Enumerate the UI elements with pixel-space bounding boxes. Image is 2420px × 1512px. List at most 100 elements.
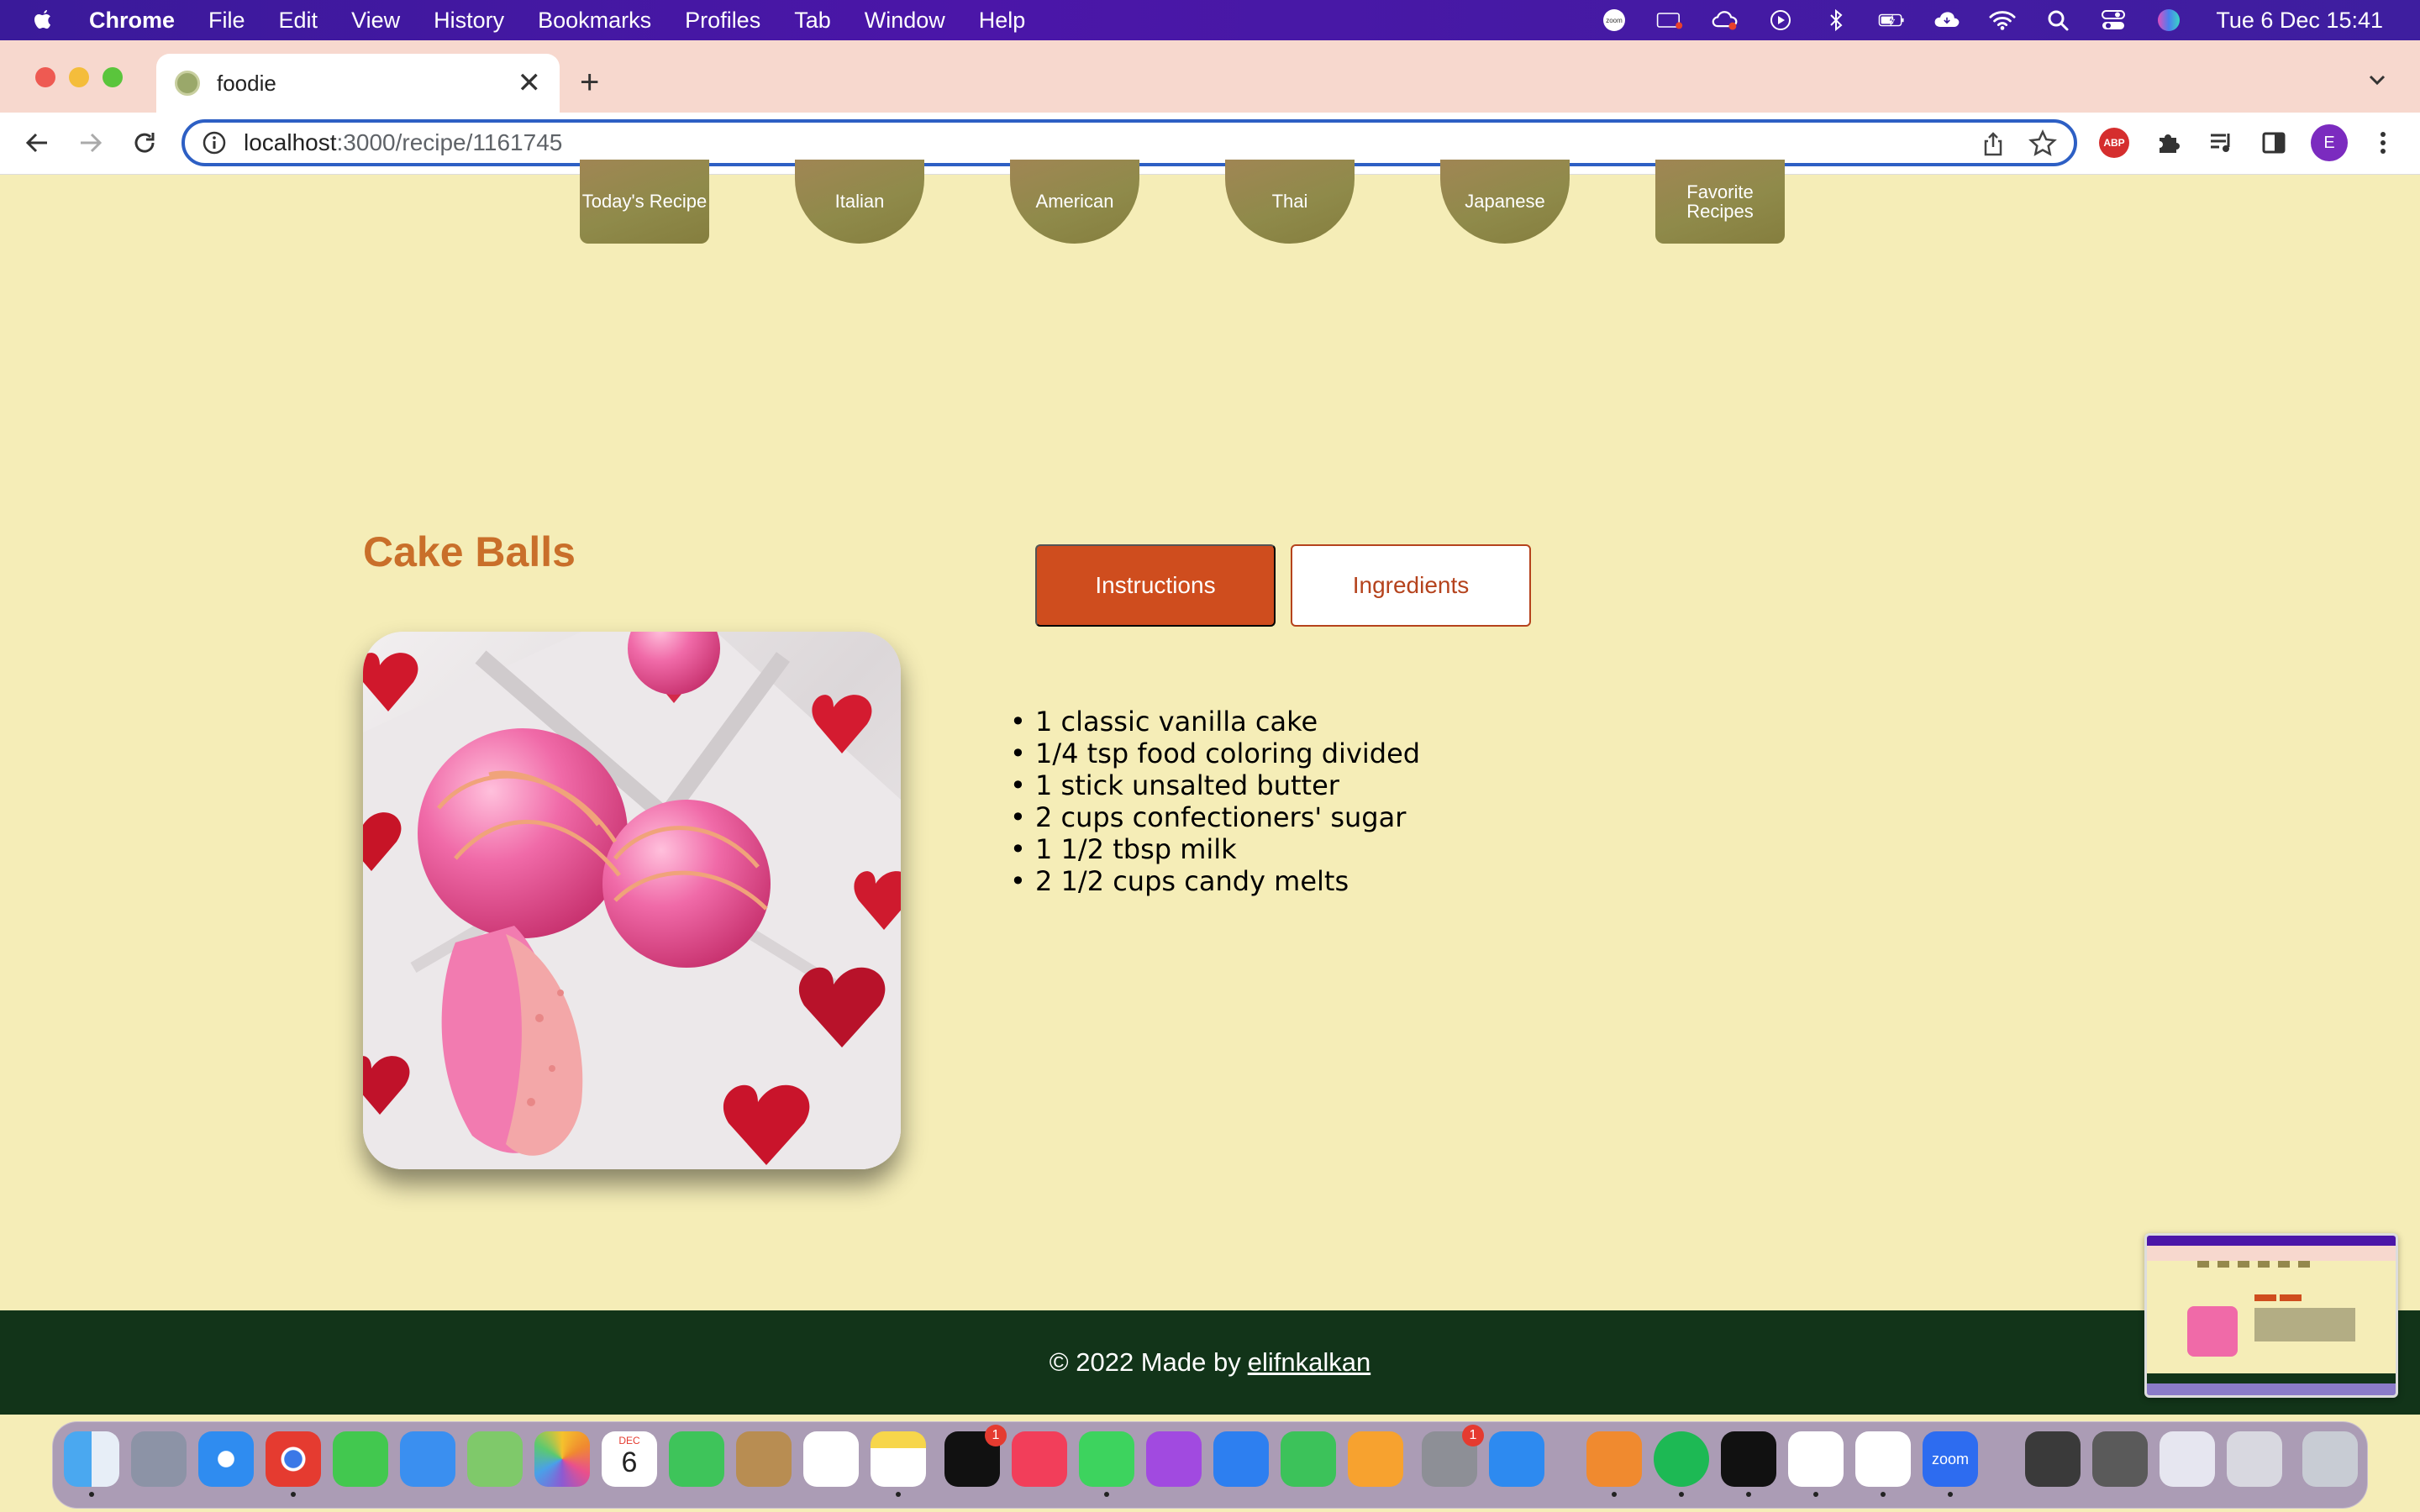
nav-thai[interactable]: Thai	[1225, 160, 1355, 244]
window-close-button[interactable]	[35, 67, 55, 87]
menu-bookmarks[interactable]: Bookmarks	[538, 8, 651, 34]
zoom-status-icon[interactable]: zoom	[1601, 8, 1628, 32]
launchpad-icon[interactable]	[131, 1431, 187, 1487]
system-preferences-icon[interactable]: 1	[1422, 1425, 1484, 1487]
recent-window-2-icon[interactable]	[2092, 1431, 2148, 1487]
extensions-puzzle-icon[interactable]	[2153, 128, 2183, 158]
pages-icon[interactable]	[1348, 1431, 1403, 1487]
apple-menu-icon[interactable]	[30, 8, 55, 33]
ingredients-button[interactable]: Ingredients	[1291, 544, 1531, 627]
bluetooth-icon[interactable]	[1823, 8, 1849, 32]
menu-bar: Chrome File Edit View History Bookmarks …	[0, 0, 2420, 40]
apple-tv-badge: 1	[985, 1425, 1007, 1446]
vscode-icon[interactable]	[1788, 1431, 1844, 1487]
books-icon[interactable]	[1586, 1431, 1642, 1487]
creative-cloud-icon[interactable]	[1712, 8, 1739, 32]
ingredient-item: 1 stick unsalted butter	[1010, 769, 1420, 801]
play-circle-icon[interactable]	[1767, 8, 1794, 32]
messages-icon[interactable]	[333, 1431, 388, 1487]
ingredient-item: 2 cups confectioners' sugar	[1010, 801, 1420, 833]
adblock-extension-icon[interactable]: ABP	[2099, 128, 2129, 158]
music-icon[interactable]	[1012, 1431, 1067, 1487]
tab-close-icon[interactable]: ✕	[518, 66, 542, 100]
menu-app-name[interactable]: Chrome	[89, 8, 175, 34]
zoom-running-dot	[1948, 1492, 1953, 1497]
screen-recorder-icon[interactable]	[1656, 8, 1683, 32]
app-store-icon[interactable]	[1489, 1431, 1544, 1487]
profile-avatar[interactable]: E	[2311, 124, 2348, 161]
tab-search-chevron-icon[interactable]	[2368, 71, 2386, 89]
apple-tv-icon[interactable]: 1	[944, 1425, 1007, 1487]
maps-icon[interactable]	[467, 1431, 523, 1487]
browser-menu-icon[interactable]	[2368, 128, 2398, 158]
menu-tab[interactable]: Tab	[794, 8, 831, 34]
books-running-dot	[1612, 1492, 1617, 1497]
foodie-favicon-icon	[175, 71, 200, 96]
spotlight-search-icon[interactable]	[2044, 8, 2071, 32]
safari-icon[interactable]	[198, 1431, 254, 1487]
recent-window-1-icon[interactable]	[2025, 1431, 2081, 1487]
media-controls-icon[interactable]	[2207, 128, 2237, 158]
control-center-icon[interactable]	[2100, 8, 2127, 32]
instructions-button[interactable]: Instructions	[1035, 544, 1276, 627]
finder-running-dot	[89, 1492, 94, 1497]
menu-view[interactable]: View	[351, 8, 400, 34]
recent-window-4-icon[interactable]	[2227, 1431, 2282, 1487]
chrome-icon[interactable]	[266, 1431, 321, 1487]
nav-favorite-recipes[interactable]: Favorite Recipes	[1655, 160, 1785, 244]
new-tab-icon[interactable]: +	[580, 64, 599, 102]
terminal-icon[interactable]	[1721, 1431, 1776, 1487]
cloud-icon[interactable]	[1933, 8, 1960, 32]
facetime-icon[interactable]	[669, 1431, 724, 1487]
podcasts-icon[interactable]	[1146, 1431, 1202, 1487]
tab-foodie[interactable]: foodie ✕	[156, 54, 560, 113]
svg-text:zoom: zoom	[1607, 17, 1623, 24]
status-area: zoom Tue 6 Dec 15:41	[1601, 0, 2383, 40]
wifi-icon[interactable]	[1989, 8, 2016, 32]
ingredients-list: 1 classic vanilla cake 1/4 tsp food colo…	[1010, 706, 1420, 897]
spotify-icon[interactable]	[1654, 1431, 1709, 1487]
slack-icon[interactable]	[1855, 1431, 1911, 1487]
share-icon[interactable]	[1980, 131, 2007, 158]
photos-icon[interactable]	[534, 1431, 590, 1487]
calendar-day: 6	[621, 1446, 638, 1478]
trash-icon[interactable]	[2302, 1431, 2358, 1487]
menu-edit[interactable]: Edit	[279, 8, 318, 34]
menu-file[interactable]: File	[208, 8, 245, 34]
contacts-icon[interactable]	[736, 1431, 792, 1487]
menu-profiles[interactable]: Profiles	[685, 8, 760, 34]
mail-icon[interactable]	[400, 1431, 455, 1487]
url-text[interactable]: localhost:3000/recipe/1161745	[244, 129, 562, 156]
footer-author-link[interactable]: elifnkalkan	[1248, 1347, 1370, 1378]
siri-icon[interactable]	[2155, 8, 2182, 32]
notes-icon[interactable]	[871, 1431, 926, 1487]
whatsapp-icon[interactable]	[1079, 1431, 1134, 1487]
menu-help[interactable]: Help	[979, 8, 1026, 34]
reminders-icon[interactable]	[803, 1431, 859, 1487]
finder-icon[interactable]	[64, 1431, 119, 1487]
calendar-icon[interactable]: DEC 6	[602, 1431, 657, 1487]
window-minimize-button[interactable]	[69, 67, 89, 87]
back-icon[interactable]	[20, 126, 54, 160]
bookmark-star-icon[interactable]	[2028, 129, 2057, 158]
battery-icon[interactable]	[1878, 8, 1905, 32]
recipe-title: Cake Balls	[363, 528, 576, 575]
zoom-icon[interactable]: zoom	[1923, 1431, 1978, 1487]
nav-american[interactable]: American	[1010, 160, 1139, 244]
forward-icon[interactable]	[74, 126, 108, 160]
menu-window[interactable]: Window	[865, 8, 945, 34]
reload-icon[interactable]	[128, 126, 161, 160]
nav-todays-recipe[interactable]: Today's Recipe	[580, 160, 709, 244]
numbers-icon[interactable]	[1281, 1431, 1336, 1487]
nav-italian[interactable]: Italian	[795, 160, 924, 244]
window-zoom-button[interactable]	[103, 67, 123, 87]
site-info-icon[interactable]	[202, 130, 227, 155]
keynote-icon[interactable]	[1213, 1431, 1269, 1487]
nav-japanese[interactable]: Japanese	[1440, 160, 1570, 244]
recent-window-3-icon[interactable]	[2160, 1431, 2215, 1487]
side-panel-icon[interactable]	[2259, 128, 2289, 158]
clock[interactable]: Tue 6 Dec 15:41	[2216, 8, 2383, 34]
screenshot-thumbnail[interactable]	[2144, 1233, 2398, 1398]
url-path: :3000/recipe/1161745	[336, 129, 563, 155]
menu-history[interactable]: History	[434, 8, 504, 34]
